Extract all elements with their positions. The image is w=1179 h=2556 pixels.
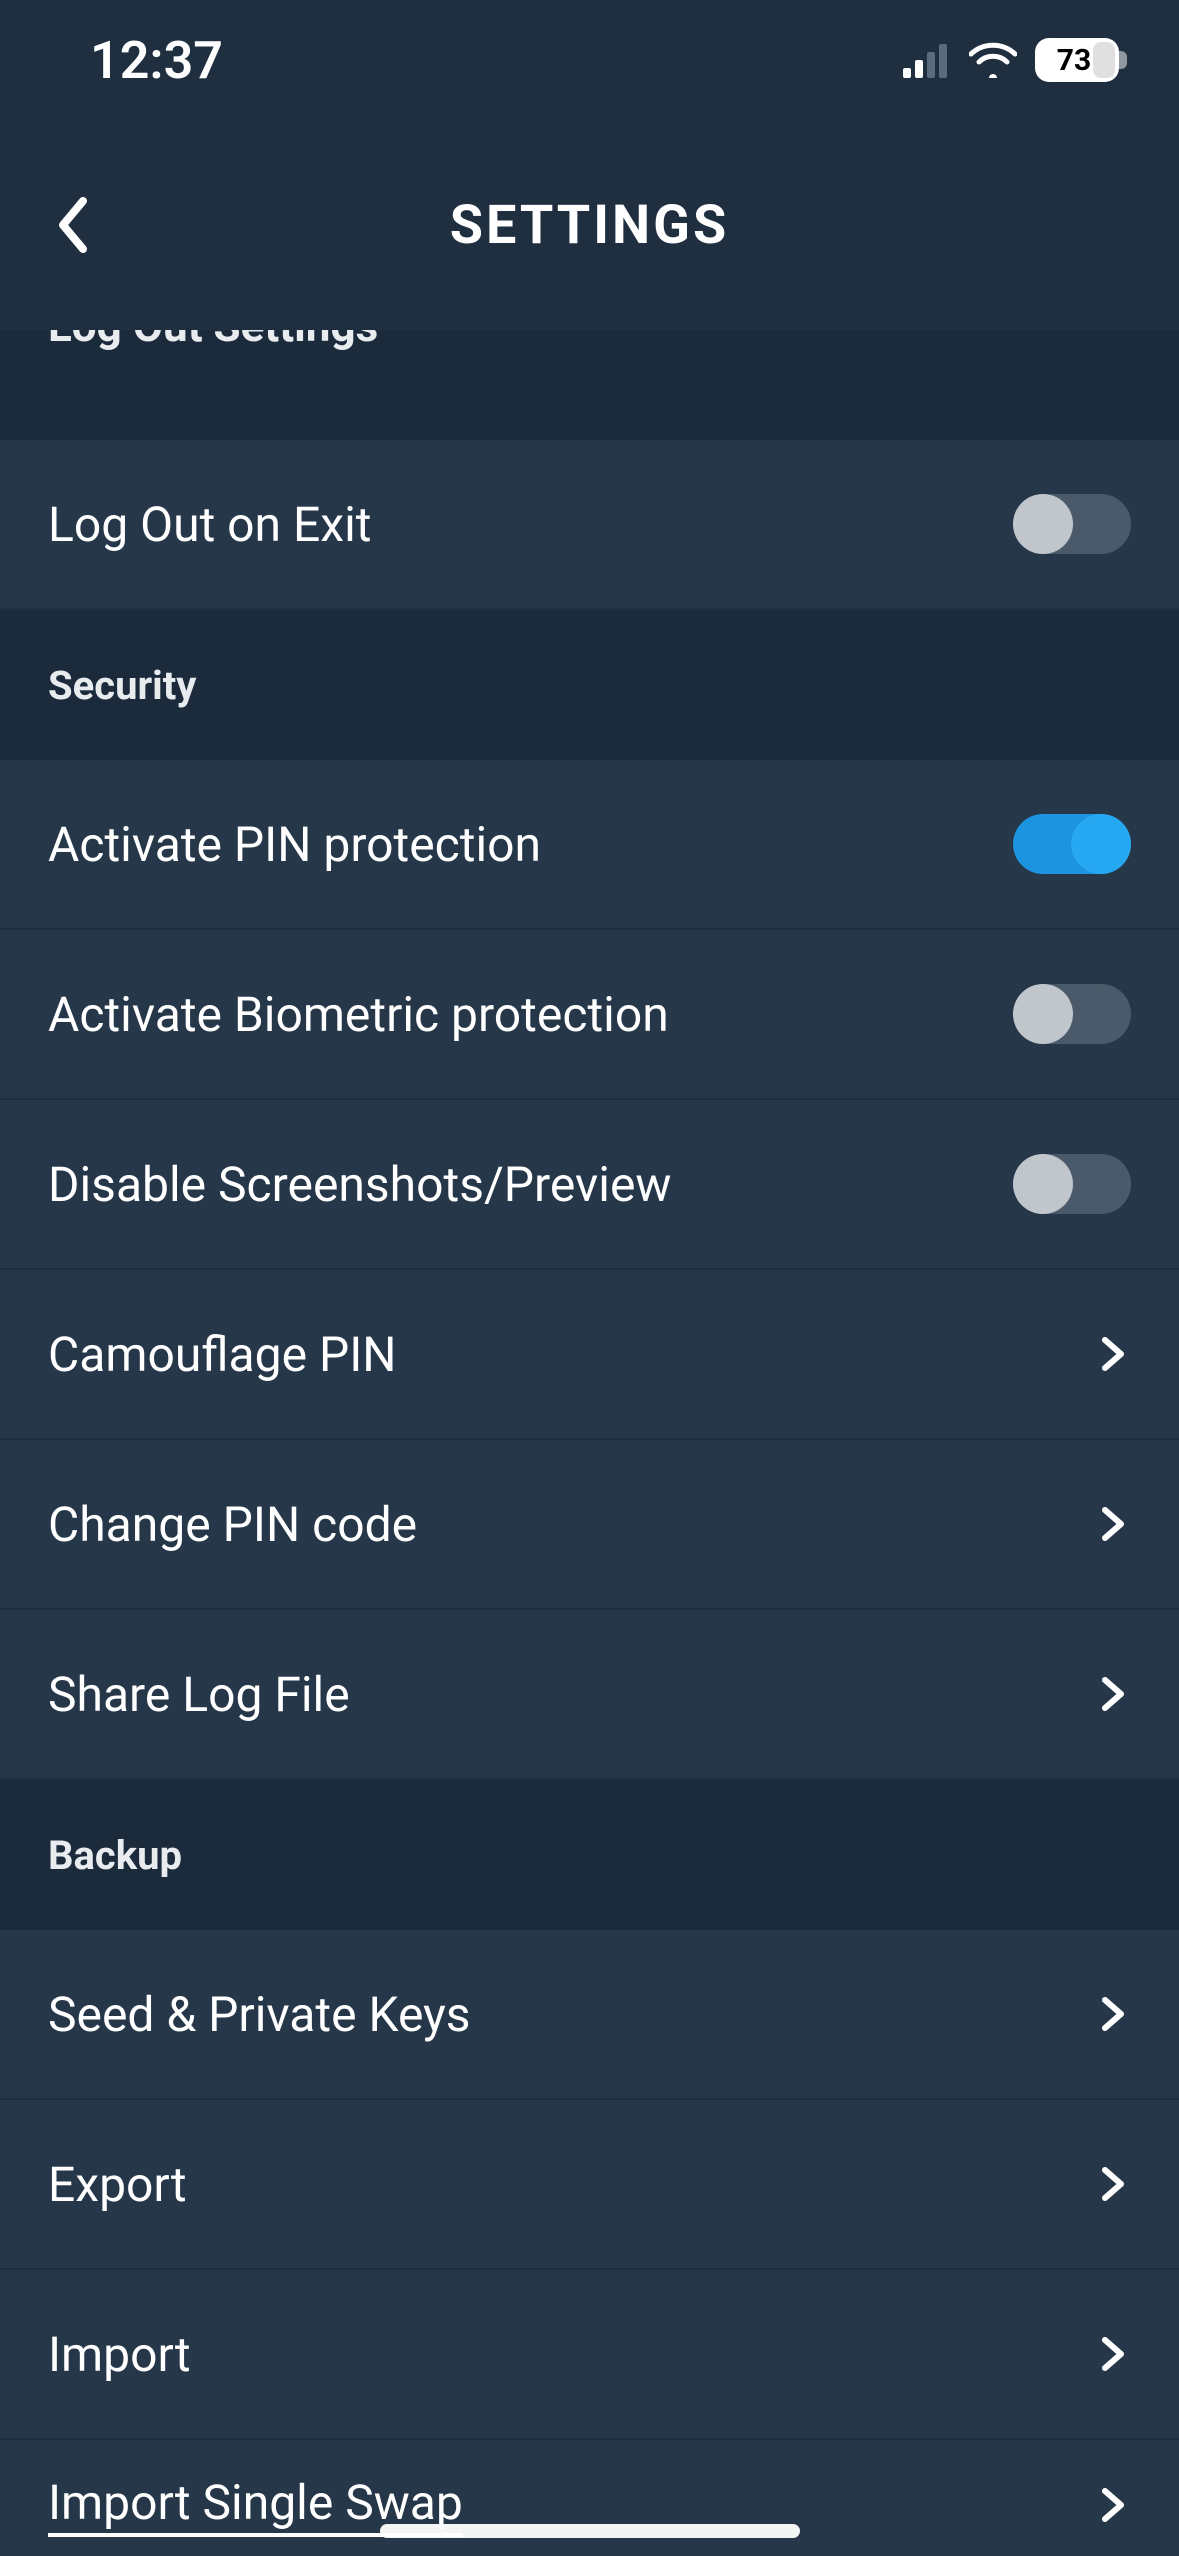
toggle-logout-on-exit[interactable] — [1013, 494, 1131, 554]
home-indicator[interactable] — [380, 2524, 800, 2538]
status-time: 12:37 — [90, 30, 223, 91]
chevron-right-icon — [1095, 2336, 1131, 2372]
battery-level: 73 — [1057, 43, 1091, 78]
chevron-right-icon — [1095, 2166, 1131, 2202]
back-button[interactable] — [38, 190, 108, 260]
row-label: Disable Screenshots/Preview — [48, 1156, 671, 1213]
row-label: Share Log File — [48, 1666, 350, 1723]
page-title: SETTINGS — [450, 194, 729, 257]
row-label: Seed & Private Keys — [48, 1986, 471, 2043]
row-import-single-swap[interactable]: Import Single Swap — [0, 2440, 1179, 2556]
nav-header: SETTINGS — [0, 120, 1179, 330]
row-pin-protection: Activate PIN protection — [0, 760, 1179, 930]
row-label: Import — [48, 2326, 191, 2383]
row-label: Camouflage PIN — [48, 1326, 397, 1383]
status-bar: 12:37 73 — [0, 0, 1179, 120]
row-label: Export — [48, 2156, 187, 2213]
section-header-backup: Backup — [0, 1780, 1179, 1930]
row-camouflage-pin[interactable]: Camouflage PIN — [0, 1270, 1179, 1440]
section-header-label: Security — [48, 662, 196, 709]
section-header-logout: Log Out Settings — [0, 330, 1179, 440]
status-indicators: 73 — [903, 38, 1119, 82]
row-share-log[interactable]: Share Log File — [0, 1610, 1179, 1780]
battery-indicator: 73 — [1035, 38, 1119, 82]
cellular-signal-icon — [903, 42, 951, 78]
row-import[interactable]: Import — [0, 2270, 1179, 2440]
row-logout-on-exit: Log Out on Exit — [0, 440, 1179, 610]
wifi-icon — [969, 42, 1017, 78]
row-label: Log Out on Exit — [48, 496, 371, 553]
row-change-pin[interactable]: Change PIN code — [0, 1440, 1179, 1610]
row-label: Activate PIN protection — [48, 816, 541, 873]
chevron-right-icon — [1095, 1506, 1131, 1542]
toggle-biometric-protection[interactable] — [1013, 984, 1131, 1044]
section-header-label: Log Out Settings — [48, 330, 378, 352]
chevron-left-icon — [53, 195, 93, 255]
chevron-right-icon — [1095, 2487, 1131, 2523]
row-biometric-protection: Activate Biometric protection — [0, 930, 1179, 1100]
toggle-disable-screenshots[interactable] — [1013, 1154, 1131, 1214]
section-header-label: Backup — [48, 1832, 182, 1879]
chevron-right-icon — [1095, 1996, 1131, 2032]
row-export[interactable]: Export — [0, 2100, 1179, 2270]
row-label: Change PIN code — [48, 1496, 417, 1553]
row-label: Activate Biometric protection — [48, 986, 669, 1043]
chevron-right-icon — [1095, 1676, 1131, 1712]
toggle-pin-protection[interactable] — [1013, 814, 1131, 874]
chevron-right-icon — [1095, 1336, 1131, 1372]
row-disable-screenshots: Disable Screenshots/Preview — [0, 1100, 1179, 1270]
section-header-security: Security — [0, 610, 1179, 760]
row-seed-private-keys[interactable]: Seed & Private Keys — [0, 1930, 1179, 2100]
